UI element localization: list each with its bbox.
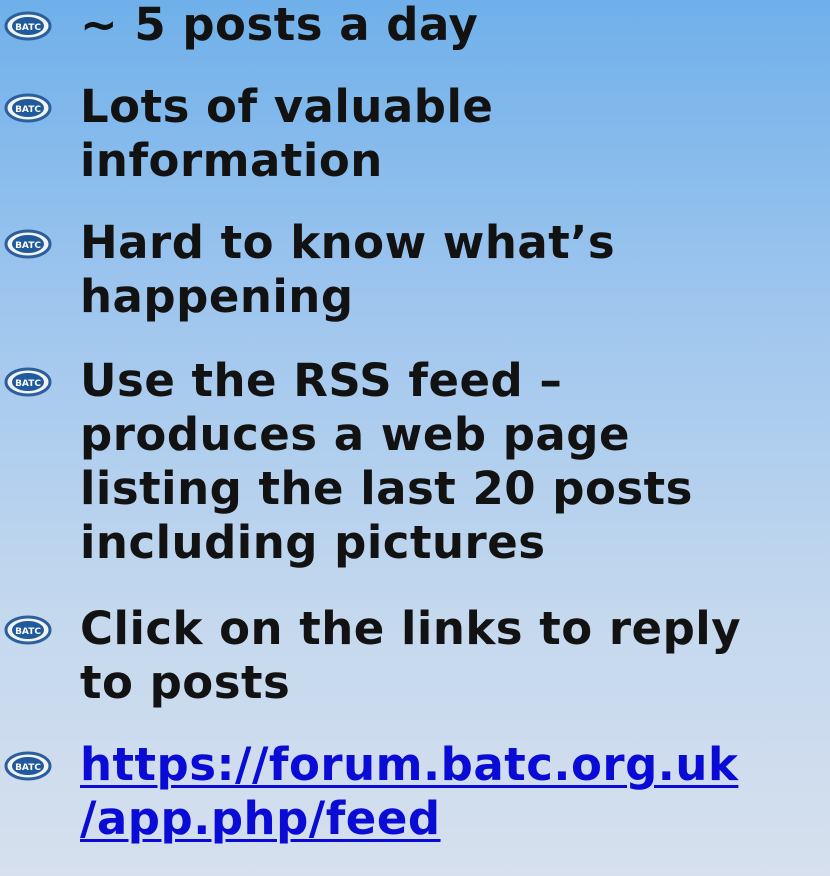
- forum-feed-link[interactable]: https://forum.batc.org.uk /app.php/feed: [80, 738, 830, 846]
- bullet-text: ~ 5 posts a day: [80, 0, 479, 51]
- batc-logo-icon: BATC: [4, 367, 52, 397]
- batc-logo-icon: BATC: [4, 751, 52, 781]
- svg-text:BATC: BATC: [15, 763, 41, 773]
- bullet-text: Use the RSS feed – produces a web page l…: [80, 354, 693, 569]
- svg-text:BATC: BATC: [15, 241, 41, 251]
- svg-text:BATC: BATC: [15, 627, 41, 637]
- batc-logo-icon: BATC: [4, 229, 52, 259]
- bullet-text: Click on the links to reply to posts: [80, 602, 742, 709]
- batc-logo-icon: BATC: [4, 93, 52, 123]
- svg-text:BATC: BATC: [15, 23, 41, 33]
- bullet-text: Hard to know what’s happening: [80, 216, 616, 323]
- slide: BATC ~ 5 posts a day BATC Lots of valuab…: [0, 0, 830, 876]
- svg-text:BATC: BATC: [15, 379, 41, 389]
- batc-logo-icon: BATC: [4, 11, 52, 41]
- bullet-text: Lots of valuable information: [80, 80, 494, 187]
- svg-text:BATC: BATC: [15, 105, 41, 115]
- batc-logo-icon: BATC: [4, 615, 52, 645]
